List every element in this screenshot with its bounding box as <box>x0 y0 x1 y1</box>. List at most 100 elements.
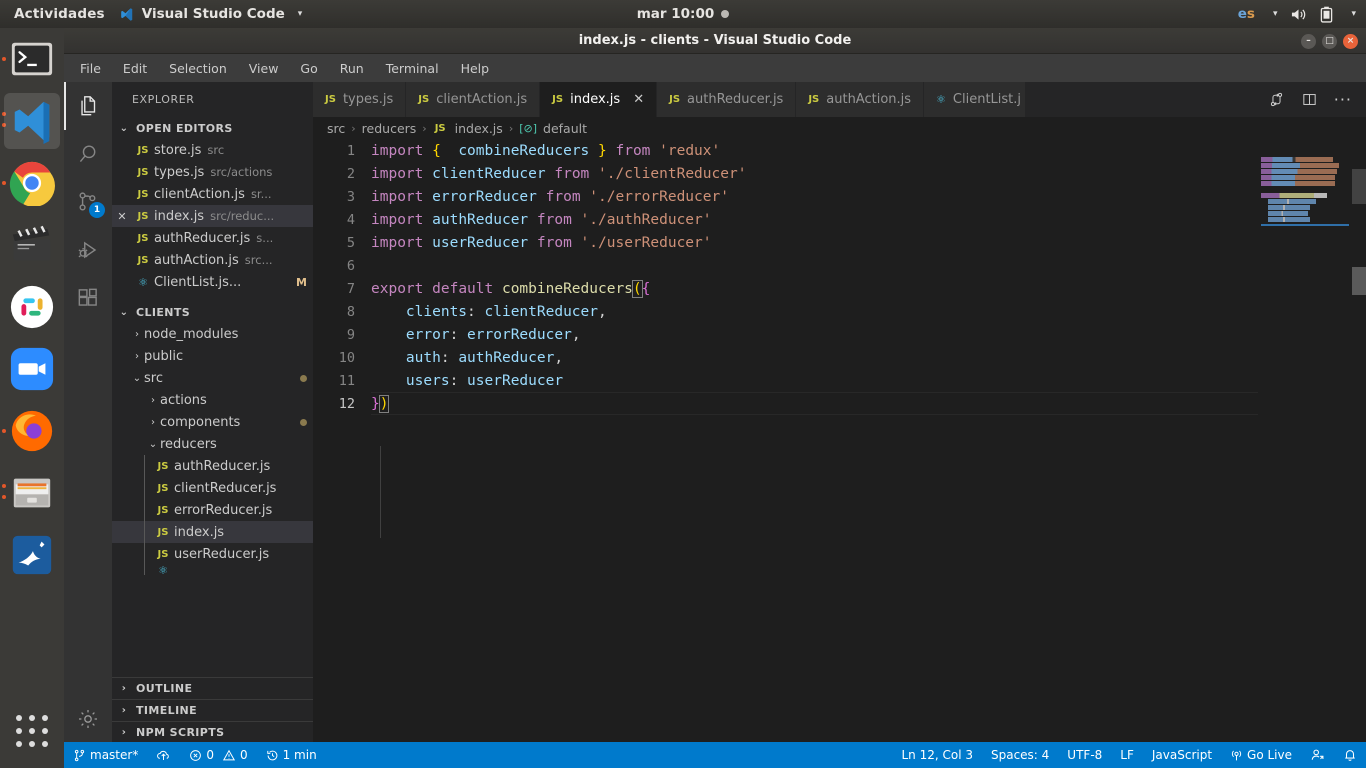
battery-icon[interactable] <box>1320 6 1333 23</box>
code-editor[interactable]: 1 import { combineReducers } from 'redux… <box>313 139 1366 743</box>
open-editor-item[interactable]: JS authAction.js src... <box>112 249 313 271</box>
tree-file-clientReducer[interactable]: JS clientReducer.js <box>112 477 313 499</box>
dock-item-firefox[interactable] <box>0 400 64 462</box>
menu-run[interactable]: Run <box>338 59 366 78</box>
tree-folder-components[interactable]: › components <box>112 411 313 433</box>
tree-folder-public[interactable]: › public <box>112 345 313 367</box>
dock-item-google-chrome[interactable] <box>0 152 64 214</box>
status-timer[interactable]: 1 min <box>257 742 326 768</box>
tab-close-icon[interactable]: ✕ <box>633 92 644 107</box>
status-language-mode[interactable]: JavaScript <box>1143 742 1221 768</box>
editor-scrollbar[interactable] <box>1352 139 1366 743</box>
tab-index-js[interactable]: JS index.js ✕ <box>540 82 657 117</box>
dock-item-slack[interactable] <box>0 276 64 338</box>
modified-dot-icon <box>300 419 307 426</box>
status-branch[interactable]: master* <box>64 742 147 768</box>
open-editor-item-selected[interactable]: ✕ JS index.js src/reduc... <box>112 205 313 227</box>
activities-button[interactable]: Actividades <box>0 6 119 22</box>
dock-item-terminal[interactable] <box>0 28 64 90</box>
status-notifications[interactable] <box>1334 742 1366 768</box>
breadcrumb-index-js[interactable]: index.js <box>455 121 503 136</box>
status-encoding[interactable]: UTF-8 <box>1058 742 1111 768</box>
tree-file-index-selected[interactable]: JS index.js <box>112 521 313 543</box>
section-timeline[interactable]: › TIMELINE <box>112 699 313 721</box>
dock-item-visual-studio-code[interactable] <box>0 90 64 152</box>
menu-go[interactable]: Go <box>298 59 319 78</box>
status-accounts[interactable] <box>1301 742 1334 768</box>
section-outline[interactable]: › OUTLINE <box>112 677 313 699</box>
breadcrumb-src[interactable]: src <box>327 121 345 136</box>
workbench: 1 <box>64 82 1366 743</box>
status-warnings-count: 0 <box>240 742 248 768</box>
tab-authAction-js[interactable]: JS authAction.js <box>796 82 924 117</box>
compare-changes-icon[interactable] <box>1268 91 1285 108</box>
open-editor-name: clientAction.js <box>154 187 245 202</box>
breadcrumb-reducers[interactable]: reducers <box>362 121 417 136</box>
minimap[interactable] <box>1258 139 1352 743</box>
open-editor-item[interactable]: ⚛ ClientList.js... M <box>112 271 313 293</box>
menu-help[interactable]: Help <box>459 59 492 78</box>
keyboard-layout-indicator[interactable]: es <box>1238 6 1255 22</box>
notification-dot-icon <box>721 10 729 18</box>
editor-tabs: JS types.js JS clientAction.js JS index.… <box>313 82 1366 117</box>
tab-clientAction-js[interactable]: JS clientAction.js <box>406 82 540 117</box>
more-actions-icon[interactable]: ··· <box>1334 95 1352 105</box>
activity-item-search[interactable] <box>64 130 112 178</box>
tree-folder-node_modules[interactable]: › node_modules <box>112 323 313 345</box>
dock-item-file-manager[interactable] <box>0 462 64 524</box>
tree-folder-reducers[interactable]: ⌄ reducers <box>112 433 313 455</box>
breadcrumb-default[interactable]: default <box>543 121 587 136</box>
status-indentation[interactable]: Spaces: 4 <box>982 742 1058 768</box>
activity-item-extensions[interactable] <box>64 274 112 322</box>
menu-file[interactable]: File <box>78 59 103 78</box>
symbol-icon: [⊘] <box>519 122 537 135</box>
status-problems[interactable]: 0 0 <box>180 742 256 768</box>
dock-item-mysql-workbench[interactable] <box>0 524 64 586</box>
open-editor-item[interactable]: JS store.js src <box>112 139 313 161</box>
section-open-editors[interactable]: ⌄ OPEN EDITORS <box>112 117 313 139</box>
active-app-menu[interactable]: Visual Studio Code ▾ <box>119 6 303 22</box>
status-eol[interactable]: LF <box>1111 742 1143 768</box>
tree-folder-src[interactable]: ⌄ src <box>112 367 313 389</box>
tree-file-errorReducer[interactable]: JS errorReducer.js <box>112 499 313 521</box>
window-titlebar: index.js - clients - Visual Studio Code … <box>64 28 1366 54</box>
code-line-9: 9 error: errorReducer, <box>313 323 1366 346</box>
tree-file-authReducer[interactable]: JS authReducer.js <box>112 455 313 477</box>
open-editor-item[interactable]: JS authReducer.js s... <box>112 227 313 249</box>
close-icon[interactable]: ✕ <box>112 210 132 223</box>
status-cursor-position[interactable]: Ln 12, Col 3 <box>892 742 982 768</box>
split-editor-icon[interactable] <box>1301 91 1318 108</box>
status-go-live[interactable]: Go Live <box>1221 742 1301 768</box>
menu-edit[interactable]: Edit <box>121 59 149 78</box>
dock-item-zoom[interactable] <box>0 338 64 400</box>
scrollbar-thumb[interactable] <box>1352 267 1366 295</box>
open-editor-item[interactable]: JS clientAction.js sr... <box>112 183 313 205</box>
maximize-button[interactable]: □ <box>1322 34 1337 49</box>
tab-authReducer-js[interactable]: JS authReducer.js <box>657 82 796 117</box>
status-sync[interactable] <box>147 742 180 768</box>
menu-terminal[interactable]: Terminal <box>384 59 441 78</box>
menu-view[interactable]: View <box>247 59 281 78</box>
menu-selection[interactable]: Selection <box>167 59 229 78</box>
section-npm-scripts[interactable]: › NPM SCRIPTS <box>112 721 313 743</box>
tree-file-partial[interactable]: ⚛ <box>112 565 313 575</box>
open-editor-item[interactable]: JS types.js src/actions <box>112 161 313 183</box>
activity-item-manage[interactable] <box>64 695 112 743</box>
tab-types-js[interactable]: JS types.js <box>313 82 406 117</box>
section-clients[interactable]: ⌄ CLIENTS <box>112 301 313 323</box>
tab-ClientList-js[interactable]: ⚛ ClientList.j <box>924 82 1026 117</box>
tree-file-userReducer[interactable]: JS userReducer.js <box>112 543 313 565</box>
tree-folder-actions[interactable]: › actions <box>112 389 313 411</box>
activity-item-source-control[interactable]: 1 <box>64 178 112 226</box>
source-control-badge: 1 <box>89 202 105 218</box>
show-applications-button[interactable] <box>0 704 64 758</box>
dock-item-video-editor[interactable] <box>0 214 64 276</box>
minimize-button[interactable]: – <box>1301 34 1316 49</box>
sidebar-title: EXPLORER <box>112 82 313 117</box>
close-button[interactable]: × <box>1343 34 1358 49</box>
activity-item-run-and-debug[interactable] <box>64 226 112 274</box>
system-chevron-down-icon[interactable]: ▾ <box>1351 9 1356 19</box>
activity-item-explorer[interactable] <box>64 82 112 130</box>
volume-icon[interactable] <box>1290 7 1307 22</box>
scrollbar-thumb-upper[interactable] <box>1352 169 1366 204</box>
